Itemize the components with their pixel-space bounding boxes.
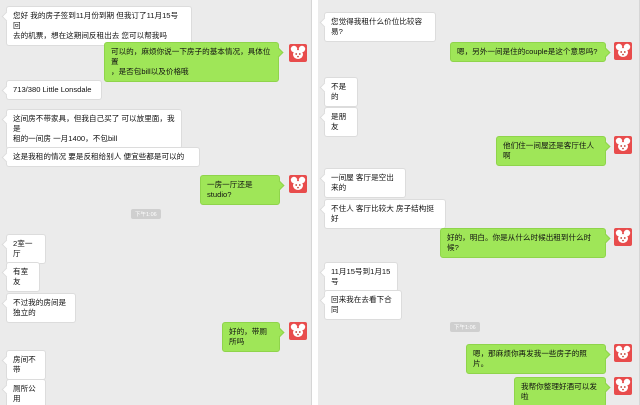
red-mouse-avatar-icon[interactable] <box>614 377 632 395</box>
message-bubble[interactable]: 可以的，麻烦你说一下房子的基本情况，具体位置 ，是否包bill以及价格哦 <box>104 42 279 82</box>
red-mouse-avatar-icon[interactable] <box>289 44 307 62</box>
message-bubble[interactable]: 厕所公用 <box>6 379 46 405</box>
message-bubble[interactable]: 不是的 <box>324 77 358 107</box>
message-bubble[interactable]: 不过我的房间是独立的 <box>6 293 76 323</box>
chat-screenshot-collage: 您好 我的房子签到11月份到期 但我订了11月15号回 去的机票，想在这期间反租… <box>0 0 640 405</box>
red-mouse-avatar-icon[interactable] <box>614 136 632 154</box>
red-mouse-avatar-icon[interactable] <box>289 322 307 340</box>
message-bubble[interactable]: 是朋友 <box>324 107 358 137</box>
message-bubble[interactable]: 您好 我的房子签到11月份到期 但我订了11月15号回 去的机票，想在这期间反租… <box>6 6 192 46</box>
message-bubble[interactable]: 好的，带厕所吗 <box>222 322 280 352</box>
timestamp: 下午1:06 <box>131 209 161 219</box>
message-bubble[interactable]: 2室一厅 <box>6 234 46 264</box>
message-bubble[interactable]: 房间不带 <box>6 350 46 380</box>
message-bubble[interactable]: 一房一厅还是studio? <box>200 175 280 205</box>
chat-panel-left: 您好 我的房子签到11月份到期 但我订了11月15号回 去的机票，想在这期间反租… <box>0 0 312 405</box>
message-bubble[interactable]: 713/380 Little Lonsdale <box>6 80 102 100</box>
message-bubble[interactable]: 一间屋 客厅是空出来的 <box>324 168 406 198</box>
red-mouse-avatar-icon[interactable] <box>614 344 632 362</box>
red-mouse-avatar-icon[interactable] <box>614 228 632 246</box>
message-bubble[interactable]: 嗯，那麻烦你再发我一些房子的照片。 <box>466 344 606 374</box>
red-mouse-avatar-icon[interactable] <box>289 175 307 193</box>
message-bubble[interactable]: 不住人 客厅比较大 房子结构挺好 <box>324 199 446 229</box>
timestamp: 下午1:06 <box>450 322 480 332</box>
message-bubble[interactable]: 11月15号到1月15号 <box>324 262 398 292</box>
message-bubble[interactable]: 这是我租的情况 要是反租给别人 便宜些都是可以的 <box>6 147 200 167</box>
message-bubble[interactable]: 我帮你整理好酒可以发啦 <box>514 377 606 405</box>
message-bubble[interactable]: 有室友 <box>6 262 40 292</box>
chat-panel-right: 您觉得我租什么价位比较容易? 嗯，另外一间是住的couple是这个意思吗? 不是… <box>318 0 640 405</box>
message-bubble[interactable]: 嗯，另外一间是住的couple是这个意思吗? <box>450 42 606 62</box>
red-mouse-avatar-icon[interactable] <box>614 42 632 60</box>
message-bubble[interactable]: 好的，明白。你是从什么时候出租到什么时候? <box>440 228 606 258</box>
message-bubble[interactable]: 回来我在去看下合同 <box>324 290 402 320</box>
message-bubble[interactable]: 您觉得我租什么价位比较容易? <box>324 12 436 42</box>
message-bubble[interactable]: 这间房不带家具，但我自己买了 可以放里面，我是 租的一间房 一月1400，不包b… <box>6 109 182 149</box>
message-bubble[interactable]: 他们住一间屋还是客厅住人啊 <box>496 136 606 166</box>
